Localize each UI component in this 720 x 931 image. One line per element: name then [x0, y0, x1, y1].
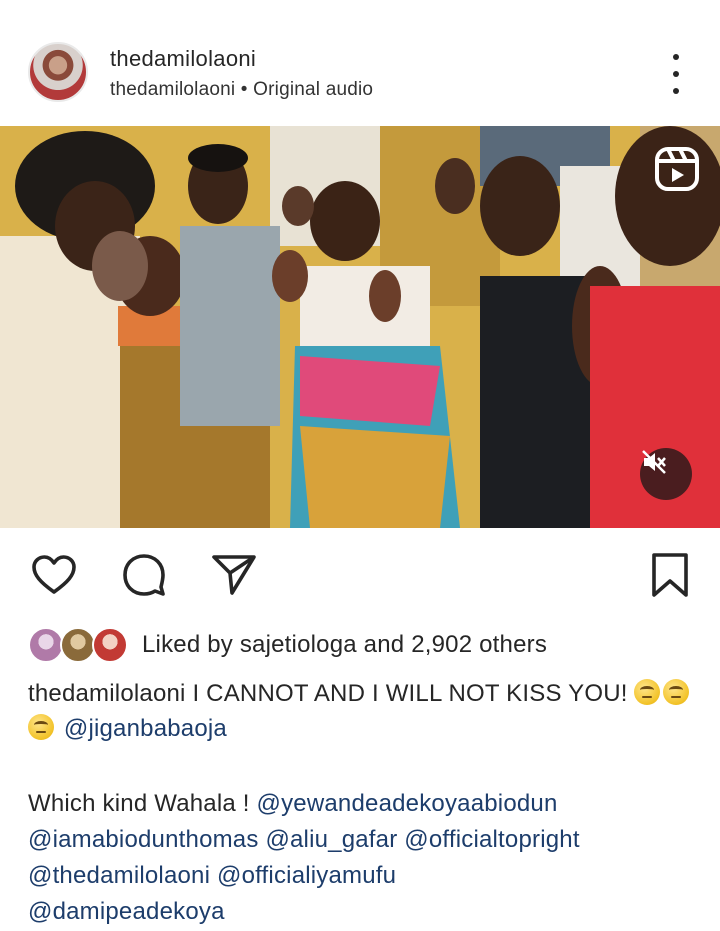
caption-mention[interactable]: @officialiyamufu	[217, 862, 396, 889]
more-options-icon[interactable]	[664, 54, 688, 94]
post-header: thedamilolaoni thedamilolaoni • Original…	[0, 0, 720, 126]
avatar	[92, 627, 128, 663]
likes-prefix: Liked by	[142, 631, 240, 658]
caption-mention[interactable]: @thedamilolaoni	[28, 862, 210, 889]
audio-label[interactable]: Original audio	[253, 79, 373, 100]
likes-others[interactable]: 2,902 others	[411, 631, 547, 658]
speaker-muted-icon	[642, 450, 666, 474]
video-frame	[0, 126, 720, 528]
audio-line[interactable]: thedamilolaoni • Original audio	[110, 79, 373, 101]
avatar	[28, 627, 64, 663]
caption-text: Which kind Wahala !	[28, 790, 257, 817]
send-icon[interactable]	[210, 551, 258, 599]
reels-icon	[655, 147, 699, 191]
caption-mention[interactable]: @yewandeadekoyaabiodun	[257, 790, 558, 817]
heart-icon[interactable]	[30, 551, 78, 599]
rolling-eyes-emoji	[663, 679, 690, 705]
rolling-eyes-emoji	[634, 679, 661, 705]
caption-mention[interactable]: @officialtopright	[404, 826, 579, 853]
post-video[interactable]	[0, 126, 720, 528]
rolling-eyes-emoji	[28, 714, 54, 740]
likes-middle: and	[356, 631, 412, 658]
post-caption-second-paragraph: Which kind Wahala ! @yewandeadekoyaabiod…	[28, 786, 708, 930]
post-username[interactable]: thedamilolaoni	[110, 46, 256, 72]
avatar	[60, 627, 96, 663]
avatar[interactable]	[28, 42, 88, 102]
bookmark-icon[interactable]	[646, 551, 694, 599]
likes-text[interactable]: Liked by sajetiologa and 2,902 others	[142, 631, 547, 659]
mute-button[interactable]	[640, 448, 692, 500]
liker-avatars[interactable]	[28, 627, 132, 663]
caption-mention[interactable]: @damipeadekoya	[28, 898, 225, 925]
caption-mention[interactable]: @iamabiodunthomas	[28, 826, 259, 853]
audio-separator: •	[235, 79, 254, 100]
post-actions	[0, 545, 720, 605]
caption-username[interactable]: thedamilolaoni	[28, 680, 186, 707]
caption-text: I CANNOT AND I WILL NOT KISS YOU!	[185, 680, 635, 707]
caption-mention[interactable]: @jiganbabaoja	[64, 715, 227, 742]
audio-owner[interactable]: thedamilolaoni	[110, 79, 235, 100]
liker-username[interactable]: sajetiologa	[240, 631, 357, 658]
post-caption: thedamilolaoni I CANNOT AND I WILL NOT K…	[28, 676, 698, 746]
likes-row: Liked by sajetiologa and 2,902 others	[28, 625, 547, 665]
comment-icon[interactable]	[120, 551, 168, 599]
caption-mention[interactable]: @aliu_gafar	[265, 826, 397, 853]
